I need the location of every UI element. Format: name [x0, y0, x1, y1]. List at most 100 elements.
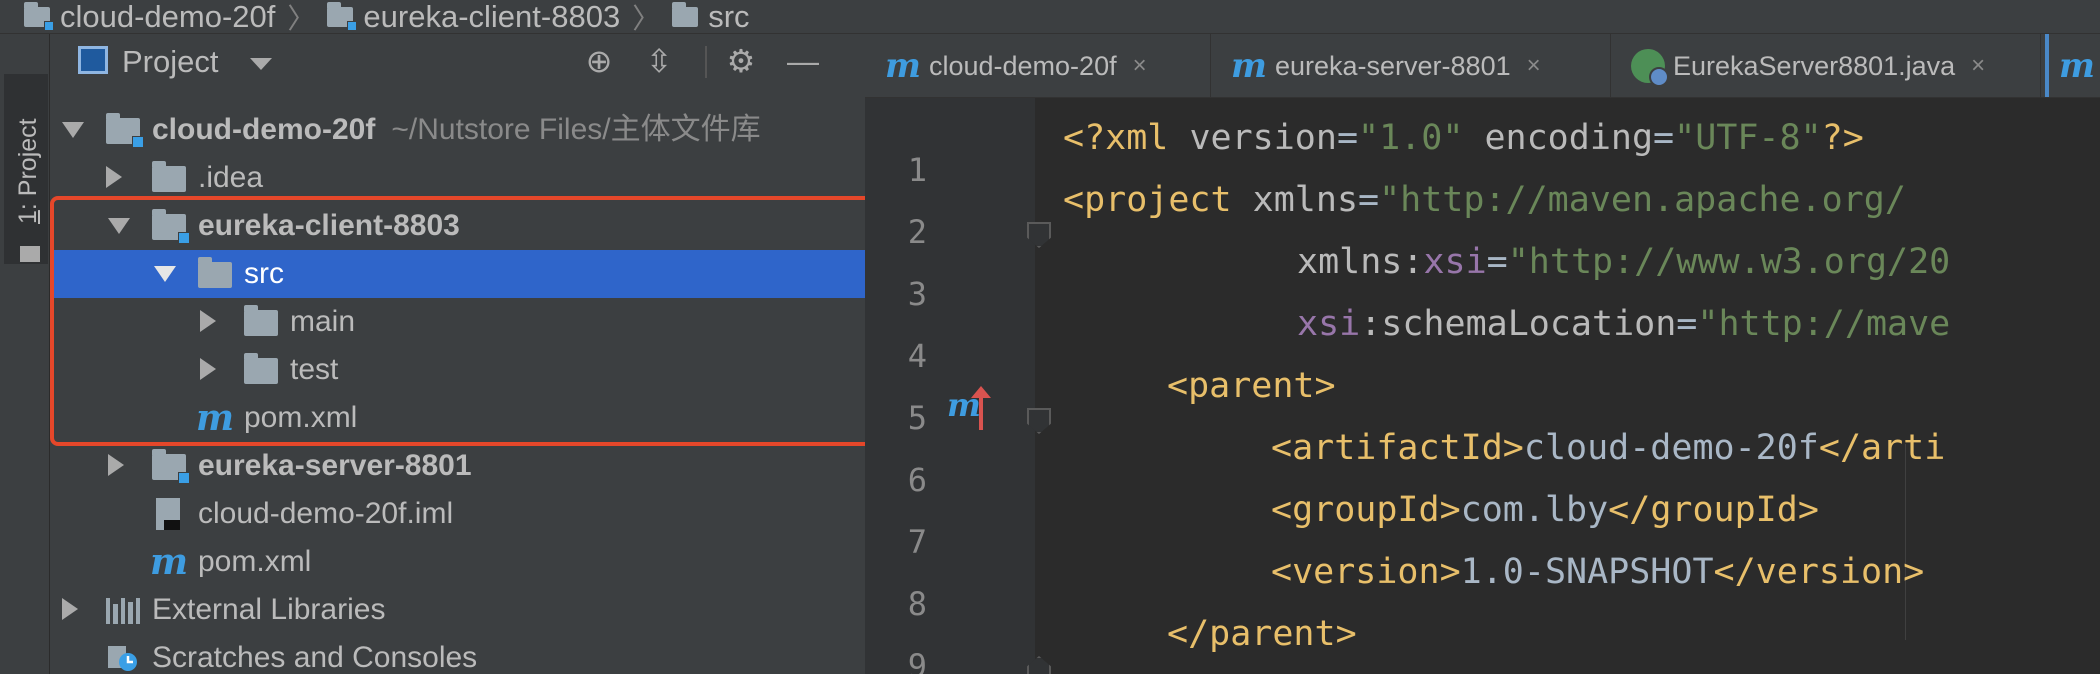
- tree-item-main[interactable]: main: [50, 298, 865, 346]
- java-class-icon: [1631, 49, 1669, 87]
- code-line-5: <parent>: [1167, 366, 1336, 406]
- folder-icon: [152, 161, 186, 192]
- tree-item-client-pom[interactable]: m pom.xml: [50, 394, 865, 442]
- close-icon[interactable]: ×: [1133, 52, 1147, 80]
- expand-arrow-icon[interactable]: [154, 266, 176, 282]
- code-line-4: xsi:schemaLocation="http://mave: [1297, 304, 1951, 344]
- tab-active[interactable]: m: [2045, 34, 2100, 97]
- chevron-down-icon[interactable]: [250, 58, 272, 70]
- arrow-up-icon: [971, 386, 991, 430]
- project-panel-header: Project ⊕ ⇳ ⚙ —: [50, 34, 865, 88]
- code-line-8: <version>1.0-SNAPSHOT</version>: [1271, 552, 1925, 592]
- project-tool-tab[interactable]: 1: Project: [4, 74, 48, 264]
- tree-item-eureka-client[interactable]: eureka-client-8803: [50, 202, 865, 250]
- tree-item-eureka-server[interactable]: eureka-server-8801: [50, 442, 865, 490]
- breadcrumb: cloud-demo-20f 〉 eureka-client-8803 〉 sr…: [0, 0, 2100, 34]
- tool-window-strip: 1: Project: [0, 34, 50, 674]
- tree-item-label: cloud-demo-20f ~/Nutstore Files/主体文件库: [152, 113, 761, 146]
- collapse-arrow-icon[interactable]: [108, 454, 124, 476]
- breadcrumb-item-cloud-demo[interactable]: cloud-demo-20f: [24, 0, 276, 34]
- tree-item-external-libraries[interactable]: External Libraries: [50, 586, 865, 634]
- tree-item-label: Scratches and Consoles: [152, 641, 478, 674]
- tree-item-label: pom.xml: [244, 401, 358, 434]
- editor: m cloud-demo-20f × m eureka-server-8801 …: [865, 34, 2100, 674]
- code-line-2: <project xmlns="http://maven.apache.org/: [1063, 180, 1906, 220]
- gear-icon[interactable]: ⚙: [722, 42, 760, 80]
- editor-tab-bar: m cloud-demo-20f × m eureka-server-8801 …: [865, 34, 2100, 98]
- breadcrumb-label: cloud-demo-20f: [60, 0, 276, 34]
- collapse-all-icon[interactable]: ⇳: [640, 42, 678, 80]
- expand-arrow-icon[interactable]: [108, 218, 130, 234]
- project-panel: Project ⊕ ⇳ ⚙ — cloud-demo-20f ~/Nutstore…: [50, 34, 865, 674]
- close-icon[interactable]: ×: [1527, 52, 1541, 80]
- tab-label: cloud-demo-20f: [928, 50, 1117, 81]
- editor-gutter: 1 2 3 4 5 6 7 8 9 m: [865, 98, 1051, 674]
- library-icon: [106, 596, 141, 624]
- maven-icon: m: [885, 46, 921, 86]
- maven-icon: m: [1231, 46, 1267, 86]
- tree-item-test[interactable]: test: [50, 346, 865, 394]
- tree-item-iml[interactable]: cloud-demo-20f.iml: [50, 490, 865, 538]
- maven-icon: m: [2059, 46, 2095, 86]
- tree-item-root[interactable]: cloud-demo-20f ~/Nutstore Files/主体文件库: [50, 106, 865, 154]
- hide-panel-icon[interactable]: —: [784, 42, 822, 80]
- folder-icon: [244, 353, 278, 384]
- fold-icon[interactable]: [1027, 656, 1051, 674]
- tree-item-label: src: [244, 257, 284, 290]
- tree-item-src[interactable]: src: [50, 250, 865, 298]
- tree-item-label: eureka-server-8801: [198, 449, 472, 482]
- folder-icon: [198, 257, 232, 288]
- tree-item-scratches[interactable]: Scratches and Consoles: [50, 634, 865, 674]
- collapse-arrow-icon[interactable]: [200, 310, 216, 332]
- folder-icon: [20, 246, 40, 262]
- expand-arrow-icon[interactable]: [62, 122, 84, 138]
- breadcrumb-label: src: [708, 0, 750, 34]
- tree-item-label: cloud-demo-20f.iml: [198, 497, 454, 530]
- scratches-icon: [108, 646, 137, 671]
- code-line-6: <artifactId>cloud-demo-20f</arti: [1271, 428, 1946, 468]
- panel-title[interactable]: Project: [122, 44, 218, 80]
- tree-item-label: eureka-client-8803: [198, 209, 460, 242]
- breadcrumb-item-eureka-client[interactable]: eureka-client-8803: [327, 0, 621, 34]
- collapse-arrow-icon[interactable]: [62, 598, 78, 620]
- module-folder-icon: [24, 1, 54, 31]
- line-number: 6: [907, 461, 927, 499]
- tab-label: eureka-server-8801: [1274, 50, 1511, 81]
- line-number: 4: [907, 337, 927, 375]
- tree-item-idea[interactable]: .idea: [50, 154, 865, 202]
- tree-item-label: main: [290, 305, 356, 338]
- line-number: 9: [907, 647, 927, 674]
- project-tool-tab-label: 1: Project: [14, 118, 42, 224]
- collapse-arrow-icon[interactable]: [106, 166, 122, 188]
- tab-eureka-server-pom[interactable]: m eureka-server-8801 ×: [1211, 34, 1611, 97]
- iml-file-icon: [156, 498, 180, 530]
- fold-icon[interactable]: [1027, 408, 1051, 434]
- locate-icon[interactable]: ⊕: [580, 42, 618, 80]
- module-folder-icon: [152, 209, 190, 244]
- tree-item-label: pom.xml: [198, 545, 312, 578]
- code-area[interactable]: <?xml version="1.0" encoding="UTF-8"?> <…: [1063, 98, 2100, 674]
- close-icon[interactable]: ×: [1971, 52, 1985, 80]
- collapse-arrow-icon[interactable]: [200, 358, 216, 380]
- tab-cloud-demo-pom[interactable]: m cloud-demo-20f ×: [865, 34, 1211, 97]
- fold-icon[interactable]: [1027, 222, 1051, 248]
- code-line-7: <groupId>com.lby</groupId>: [1271, 490, 1819, 530]
- maven-icon: m: [196, 397, 235, 439]
- line-number: 3: [907, 275, 927, 313]
- tab-label: EurekaServer8801.java: [1673, 50, 1956, 81]
- header-divider: [705, 46, 707, 78]
- module-folder-icon: [152, 449, 190, 484]
- chevron-right-icon: 〉: [287, 2, 316, 34]
- line-number: 7: [907, 523, 927, 561]
- breadcrumb-item-src[interactable]: src: [672, 0, 750, 34]
- line-number: 1: [907, 151, 927, 189]
- folder-icon: [672, 1, 699, 27]
- tab-eureka-server-java[interactable]: EurekaServer8801.java ×: [1611, 34, 2041, 97]
- code-line-9: </parent>: [1167, 614, 1357, 654]
- module-folder-icon: [327, 1, 358, 31]
- folder-icon: [244, 305, 278, 336]
- tree-item-label: .idea: [198, 161, 264, 194]
- chevron-right-icon: 〉: [632, 2, 661, 34]
- breadcrumb-label: eureka-client-8803: [363, 0, 621, 34]
- tree-item-root-pom[interactable]: m pom.xml: [50, 538, 865, 586]
